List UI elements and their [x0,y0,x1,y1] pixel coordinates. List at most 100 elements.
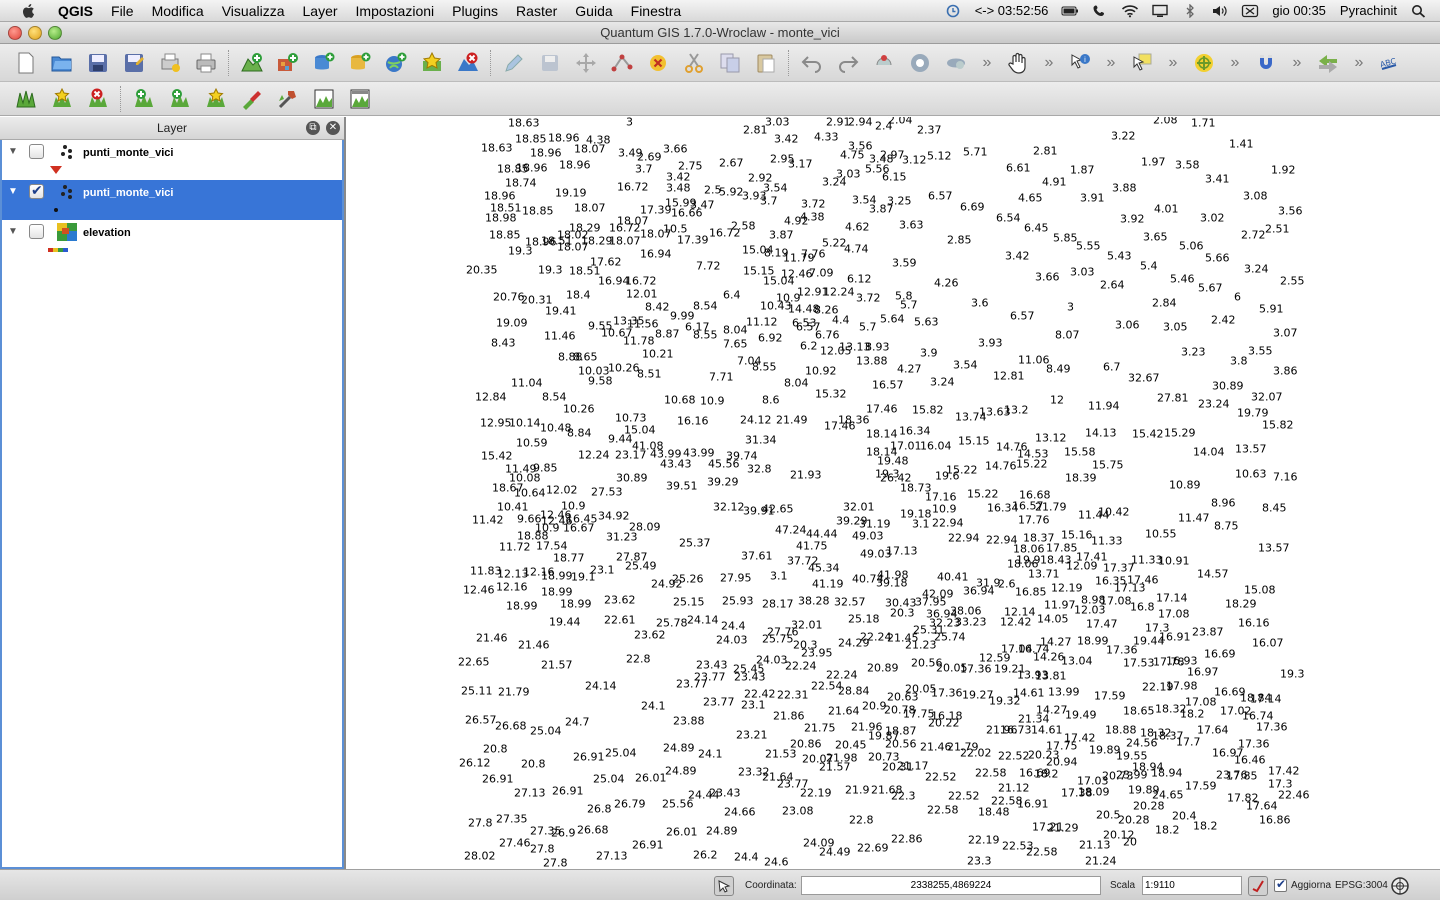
node-tool-button[interactable] [607,48,637,78]
add-raster-layer-button[interactable] [273,48,303,78]
new-grass-vector-button[interactable] [201,84,231,114]
menu-impostazioni[interactable]: Impostazioni [347,0,444,22]
toolbar-overflow-chevron[interactable]: » [1290,54,1304,72]
grass-tools-button[interactable] [273,84,303,114]
toolbar-overflow-chevron[interactable]: » [1166,54,1180,72]
volume-icon[interactable] [1211,4,1229,18]
add-ring-button[interactable] [905,48,935,78]
window-zoom-button[interactable] [48,26,62,40]
grass-tools-icon [278,90,296,108]
toolbar-overflow-chevron[interactable]: » [1228,54,1242,72]
crs-label[interactable]: EPSG:3004 [1335,870,1388,901]
window-close-button[interactable] [8,26,22,40]
add-island-button[interactable] [941,48,971,78]
new-project-button[interactable] [11,48,41,78]
elevation-label: 6 [1234,290,1241,304]
elevation-label: 21.9 [845,783,870,797]
save-edits-button[interactable] [535,48,565,78]
new-vector-layer-button[interactable] [417,48,447,78]
expand-arrow-icon[interactable]: ▼ [8,146,18,157]
open-project-button[interactable] [47,48,77,78]
apple-menu-icon[interactable] [20,2,38,20]
paste-features-button[interactable] [751,48,781,78]
input-source-icon[interactable] [1241,4,1259,18]
toolbar-overflow-chevron[interactable]: » [1042,54,1056,72]
phone-icon[interactable] [1091,4,1109,18]
map-canvas[interactable]: 18.63 18.85 18.96 4.38 18.63 18.96 18.07 3.49 3.… [346,117,1436,869]
georeferencer-button[interactable] [1189,48,1219,78]
float-panel-icon[interactable]: ⧉ [306,121,320,135]
spotlight-search-icon[interactable] [1410,4,1428,18]
add-wms-layer-button[interactable] [381,48,411,78]
new-grass-layer-button[interactable] [47,84,77,114]
time-machine-icon[interactable] [944,4,962,18]
grass-region-display-button[interactable] [309,84,339,114]
elevation-label: 15.08 [1244,583,1276,597]
expand-arrow-icon[interactable]: ▼ [8,186,18,197]
print-button[interactable] [191,48,221,78]
add-grass-raster-button[interactable] [165,84,195,114]
add-vector-layer-button[interactable] [237,48,267,78]
label-tool-button[interactable]: ABC [1375,48,1405,78]
save-project-button[interactable] [83,48,113,78]
elevation-label: 24.1 [641,699,666,713]
menu-modifica[interactable]: Modifica [143,0,213,22]
menubar-user[interactable]: Pyrachinit [1333,3,1404,18]
cut-features-button[interactable] [679,48,709,78]
simplify-feature-button[interactable] [869,48,899,78]
redo-button[interactable] [833,48,863,78]
undo-button[interactable] [797,48,827,78]
menu-guida[interactable]: Guida [566,0,621,22]
toolbar-overflow-chevron[interactable]: » [1104,54,1118,72]
close-grass-mapset-button[interactable] [83,84,113,114]
menubar-timer[interactable]: <-> 03:52:56 [968,3,1056,18]
menu-app-name[interactable]: QGIS [54,0,102,22]
pan-map-button[interactable] [1003,48,1033,78]
open-map-tool-button[interactable] [11,84,41,114]
layer-visibility-checkbox[interactable] [29,144,44,159]
add-postgis-layer-button[interactable] [309,48,339,78]
snapping-tool-button[interactable] [1251,48,1281,78]
layer-visibility-checkbox[interactable] [29,224,44,239]
layer-item[interactable]: ▼ elevation [2,220,342,260]
render-checkbox[interactable]: Aggiorna [1274,870,1331,901]
layer-item[interactable]: ▼ punti_monte_vici [2,140,342,180]
identify-features-button[interactable]: i [1065,48,1095,78]
layer-visibility-checkbox[interactable] [29,182,44,199]
select-features-button[interactable] [1127,48,1157,78]
close-panel-icon[interactable]: ✕ [326,121,340,135]
menu-plugins[interactable]: Plugins [443,0,507,22]
menubar-clock[interactable]: gio 00:35 [1265,3,1333,18]
save-as-button[interactable] [119,48,149,78]
grass-region-edit-button[interactable] [345,84,375,114]
battery-icon[interactable] [1061,4,1079,18]
toolbar-overflow-chevron[interactable]: » [1352,54,1366,72]
gps-tools-button[interactable] [1313,48,1343,78]
window-minimize-button[interactable] [28,26,42,40]
menu-file[interactable]: File [102,0,143,22]
menu-layer[interactable]: Layer [294,0,347,22]
add-spatialite-layer-button[interactable] [345,48,375,78]
remove-layer-button[interactable] [453,48,483,78]
display-icon[interactable] [1151,4,1169,18]
wifi-icon[interactable] [1121,4,1139,18]
menu-raster[interactable]: Raster [507,0,566,22]
move-feature-button[interactable] [571,48,601,78]
toggle-editing-button[interactable] [499,48,529,78]
bluetooth-icon[interactable] [1181,3,1199,18]
crs-status-button[interactable] [1390,870,1410,901]
toggle-extents-button[interactable] [714,870,734,901]
edit-grass-vector-button[interactable] [237,84,267,114]
coordinate-field[interactable] [801,876,1101,895]
scale-combobox[interactable] [1142,876,1242,895]
toolbar-overflow-chevron[interactable]: » [980,54,994,72]
expand-arrow-icon[interactable]: ▼ [8,226,18,237]
print-composer-button[interactable] [155,48,185,78]
menu-visualizza[interactable]: Visualizza [213,0,294,22]
menu-finestra[interactable]: Finestra [622,0,691,22]
layer-item[interactable]: ▼ punti_monte_vici [2,180,342,220]
copy-features-button[interactable] [715,48,745,78]
stop-rendering-button[interactable] [1248,870,1268,901]
delete-selected-button[interactable] [643,48,673,78]
add-grass-vector-button[interactable] [129,84,159,114]
